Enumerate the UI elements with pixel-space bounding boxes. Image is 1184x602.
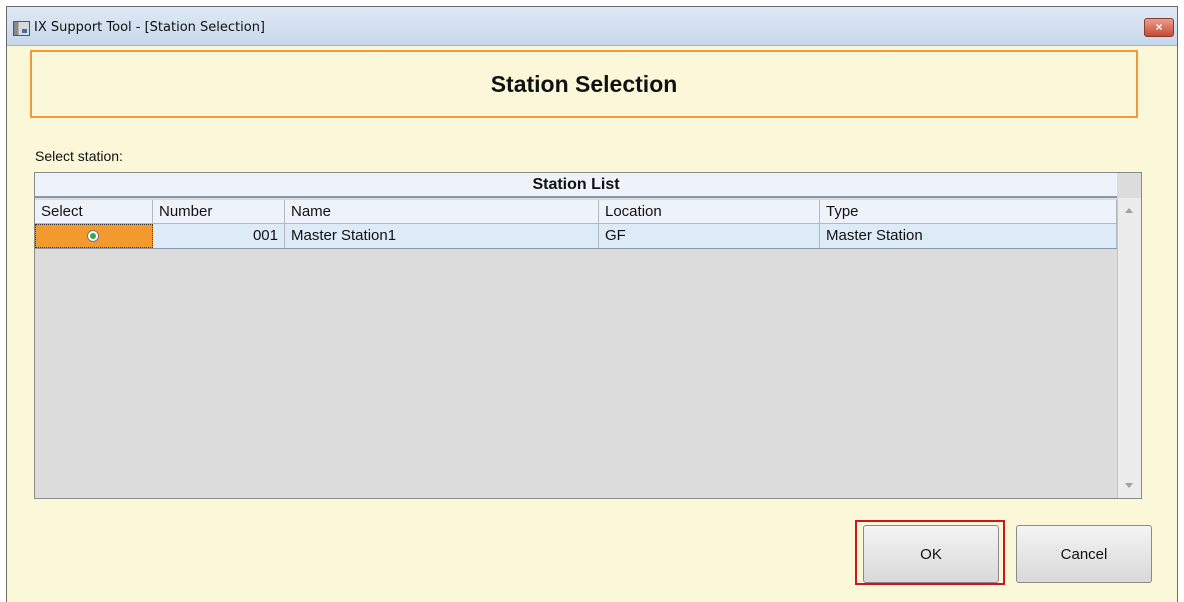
select-cell[interactable] (35, 224, 153, 248)
vertical-scrollbar[interactable] (1117, 198, 1141, 498)
location-cell: GF (599, 224, 820, 248)
column-headers: Select Number Name Location Type (35, 200, 1117, 224)
column-header-type[interactable]: Type (820, 200, 1117, 223)
station-list-title: Station List (35, 173, 1117, 198)
selected-radio-button[interactable] (87, 230, 99, 242)
page-header: Station Selection (30, 50, 1138, 118)
type-cell: Master Station (820, 224, 1117, 248)
column-header-number[interactable]: Number (153, 200, 285, 223)
station-list-panel: Station List Select Number Name Location… (34, 172, 1142, 499)
close-button[interactable]: × (1144, 18, 1174, 37)
select-station-label: Select station: (35, 148, 123, 164)
column-header-location[interactable]: Location (599, 200, 820, 223)
title-bar[interactable]: IX Support Tool - [Station Selection] × (7, 7, 1177, 46)
ok-button[interactable]: OK (863, 525, 999, 583)
column-header-name[interactable]: Name (285, 200, 599, 223)
scroll-down-icon[interactable] (1125, 483, 1133, 488)
table-row[interactable]: 001 Master Station1 GF Master Station (35, 224, 1117, 249)
app-icon (13, 21, 30, 36)
window-title: IX Support Tool - [Station Selection] (34, 20, 266, 35)
cancel-button[interactable]: Cancel (1016, 525, 1152, 583)
page-title: Station Selection (490, 70, 678, 97)
number-cell: 001 (153, 224, 285, 248)
name-cell: Master Station1 (285, 224, 599, 248)
scroll-up-icon[interactable] (1125, 208, 1133, 213)
column-header-select[interactable]: Select (35, 200, 153, 223)
